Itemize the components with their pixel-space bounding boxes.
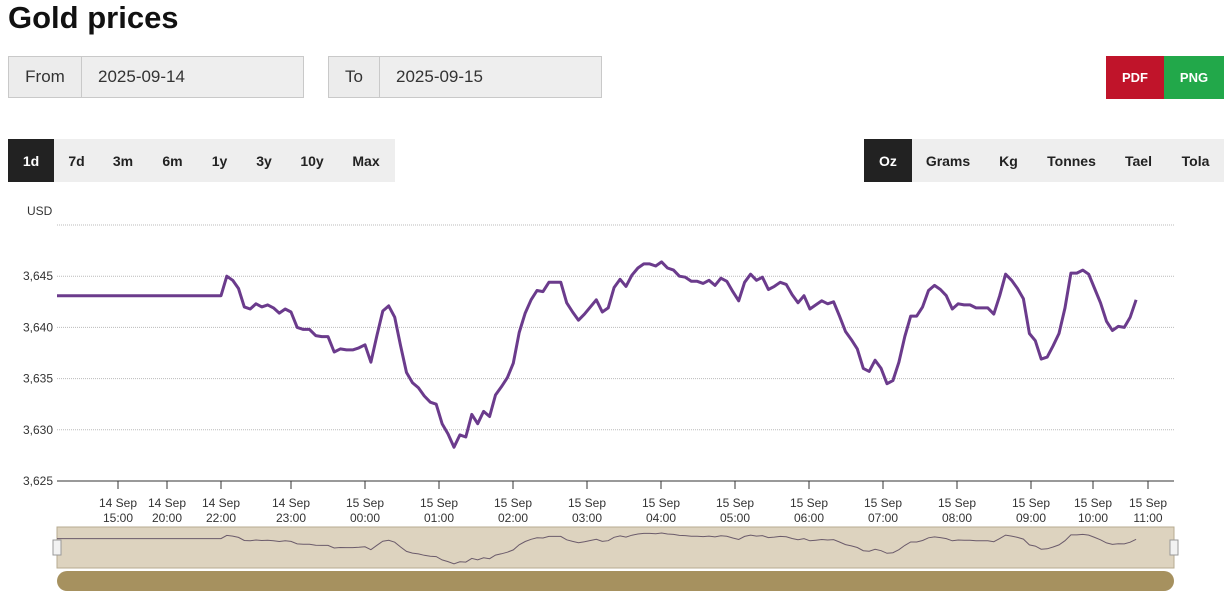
price-series-line [57,260,1138,449]
x-tick-label: 15 Sep [1074,496,1112,510]
x-tick-label: 15 Sep [568,496,606,510]
x-tick-label: 01:00 [424,511,454,525]
x-tick-label: 22:00 [206,511,236,525]
x-tick-label: 00:00 [350,511,380,525]
x-tick-label: 15 Sep [642,496,680,510]
x-tick-label: 04:00 [646,511,676,525]
grid-lines [57,224,1174,482]
y-axis-ticks: 3,625 3,630 3,635 3,640 3,645 [23,269,53,488]
y-tick-label: 3,630 [23,423,53,437]
y-tick-label: 3,640 [23,320,53,334]
gold-price-chart: USD 3,6253,6303,6353,6403,645 14 Sep15:0… [23,204,1179,591]
y-tick-label: 3,635 [23,372,53,386]
x-tick-label: 15:00 [103,511,133,525]
x-tick-label: 14 Sep [202,496,240,510]
x-tick-label: 23:00 [276,511,306,525]
x-axis-ticks: 14 Sep15:0014 Sep20:0014 Sep22:0014 Sep2… [99,481,1167,525]
x-tick-label: 02:00 [498,511,528,525]
x-tick-label: 15 Sep [1012,496,1050,510]
x-tick-label: 11:00 [1133,511,1162,525]
range-navigator[interactable] [52,526,1179,591]
y-tick-label: 3,645 [23,269,53,283]
navigator-left-handle[interactable] [52,539,62,556]
x-tick-label: 10:00 [1078,511,1108,525]
x-tick-label: 15 Sep [864,496,902,510]
navigator-scrollbar[interactable] [57,571,1174,591]
x-tick-label: 15 Sep [716,496,754,510]
x-tick-label: 03:00 [572,511,602,525]
x-tick-label: 05:00 [720,511,750,525]
y-tick-label: 3,625 [23,474,53,488]
x-tick-label: 15 Sep [346,496,384,510]
x-tick-label: 15 Sep [420,496,458,510]
y-axis-unit-label: USD [27,204,53,218]
x-tick-label: 15 Sep [1129,496,1167,510]
x-tick-label: 14 Sep [272,496,310,510]
x-tick-label: 07:00 [868,511,898,525]
x-tick-label: 15 Sep [494,496,532,510]
x-tick-label: 14 Sep [148,496,186,510]
x-tick-label: 06:00 [794,511,824,525]
x-tick-label: 09:00 [1016,511,1046,525]
x-tick-label: 20:00 [152,511,182,525]
x-tick-label: 15 Sep [938,496,976,510]
navigator-window[interactable] [56,526,1175,569]
x-tick-label: 08:00 [942,511,972,525]
x-tick-label: 14 Sep [99,496,137,510]
x-tick-label: 15 Sep [790,496,828,510]
navigator-right-handle[interactable] [1169,539,1179,556]
